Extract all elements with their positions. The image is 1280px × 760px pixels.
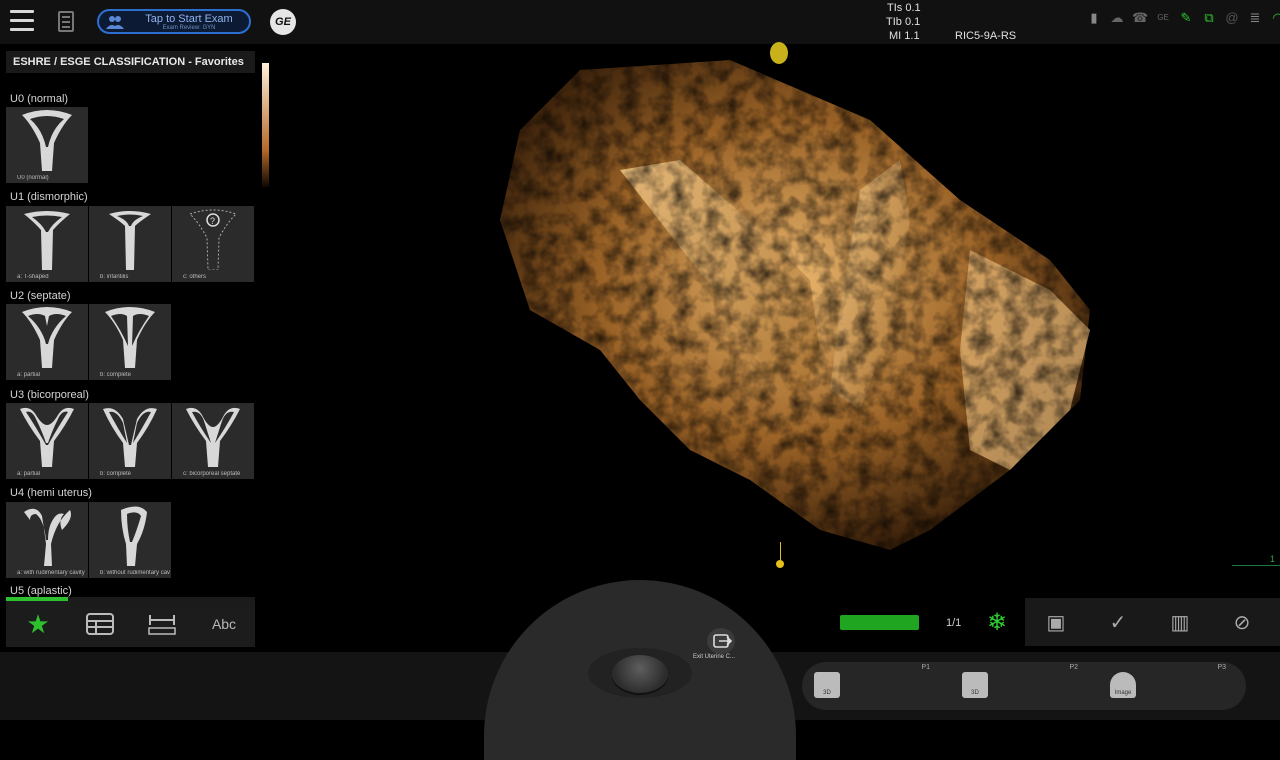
check-icon[interactable]: ✓: [1103, 608, 1133, 638]
uterus-hemi-without-cavity-icon: [121, 506, 147, 566]
list-icon: ≣: [1249, 10, 1261, 25]
exit-icon: [707, 628, 735, 654]
uterus-bicorporeal-partial-icon: [20, 407, 74, 467]
thumb-caption: b: complete: [100, 471, 132, 477]
report-chart-icon[interactable]: ▥: [1165, 608, 1195, 638]
classification-panel: ESHRE / ESGE CLASSIFICATION - Favorites …: [6, 51, 255, 647]
panel-title: ESHRE / ESGE CLASSIFICATION - Favorites: [6, 51, 255, 73]
p1-3d-save-button[interactable]: 3D P1: [802, 662, 950, 710]
group-title-u5: U5 (aplastic): [10, 585, 72, 597]
mi-index: MI 1.1: [889, 30, 920, 42]
thumb-u4a-with-rudimentary-cavity[interactable]: a: with rudimentary cavity: [6, 502, 88, 578]
group-title-u3: U3 (bicorporeal): [10, 389, 89, 401]
tib-index: TIb 0.1: [886, 16, 921, 28]
group-title-u0: U0 (normal): [10, 93, 69, 105]
exam-review-label: Exam Review: GYN: [162, 25, 216, 31]
p2-label: P2: [1069, 664, 1078, 671]
thumb-u0-normal[interactable]: U0 (normal): [6, 107, 88, 183]
uterus-bicorporeal-complete-icon: [103, 408, 157, 467]
wifi-icon: ◠: [1272, 10, 1280, 25]
thumb-caption: b: without rudimentary cavity: [100, 570, 170, 576]
classification-list-tab[interactable]: [70, 601, 130, 647]
image-store-icon[interactable]: ▣: [1041, 608, 1071, 638]
grayscale-map-bar: [262, 63, 269, 187]
favorites-star-icon[interactable]: ★: [8, 601, 68, 647]
panel-tabs: ★ Abc: [6, 601, 255, 647]
p3-image-send-button[interactable]: Image P3: [1098, 662, 1246, 710]
tis-index: TIs 0.1: [887, 2, 921, 14]
uterus-normal-icon: [22, 110, 72, 171]
table-icon: [86, 613, 114, 635]
envelope-image-icon: Image: [1110, 672, 1136, 698]
group-title-u4: U4 (hemi uterus): [10, 487, 92, 499]
thumb-u1c-others[interactable]: ? c: others: [172, 206, 254, 282]
thumb-caption: a: partial: [17, 372, 41, 378]
thumb-u1a-t-shaped[interactable]: a: T-shaped: [6, 206, 88, 282]
thumb-caption: a: partial: [17, 471, 41, 477]
floppy-3d-icon: 3D: [962, 672, 988, 698]
thumb-u2a-partial[interactable]: a: partial: [6, 304, 88, 380]
volume-bottom-marker[interactable]: [776, 560, 784, 568]
p3-label: P3: [1217, 664, 1226, 671]
pen-icon: ✎: [1180, 10, 1192, 25]
menu-icon[interactable]: [10, 10, 34, 32]
share-icon: ⧉: [1204, 10, 1214, 25]
thumb-caption: U0 (normal): [17, 175, 49, 181]
thumb-caption: c: bicorporeal septate: [183, 471, 241, 477]
trackball-icon[interactable]: [612, 655, 668, 693]
uterus-t-shaped-icon: [24, 211, 70, 270]
start-exam-label: Tap to Start Exam: [145, 13, 233, 25]
group-title-u2: U2 (septate): [10, 290, 71, 302]
cine-progress-bar[interactable]: [840, 615, 919, 630]
document-icon[interactable]: [58, 11, 74, 32]
group-title-u1: U1 (dismorphic): [10, 191, 88, 203]
start-exam-button[interactable]: Tap to Start Exam Exam Review: GYN: [97, 9, 251, 34]
thumb-caption: a: T-shaped: [17, 274, 49, 280]
frame-counter: 1/1: [946, 617, 962, 629]
cloud-icon: ☁: [1110, 10, 1124, 25]
disabled-circle-icon[interactable]: ⊘: [1227, 608, 1257, 638]
exit-uterine-classification-button[interactable]: Exit Uterine C...: [693, 626, 745, 666]
freeze-snowflake-icon[interactable]: ❄: [987, 608, 1007, 637]
thumb-u3b-complete[interactable]: b: complete: [89, 403, 171, 479]
thumb-caption: a: with rudimentary cavity: [17, 570, 85, 576]
volume-top-marker[interactable]: [770, 42, 788, 64]
battery-icon: ▮: [1090, 10, 1098, 25]
measure-tab[interactable]: [132, 601, 192, 647]
probe-name: RIC5-9A-RS: [955, 30, 1017, 42]
annotation-text-tab[interactable]: Abc: [194, 601, 254, 647]
status-icons: ▮ ☁ ☎ GE ✎ ⧉ @ ≣ ◠: [1086, 11, 1280, 27]
thumb-u2b-complete[interactable]: b: complete: [89, 304, 171, 380]
thumb-u3c-bicorporeal-septate[interactable]: c: bicorporeal septate: [172, 403, 254, 479]
uterus-3d-volume-render[interactable]: [490, 50, 1100, 555]
ge-logo: GE: [270, 9, 296, 35]
floppy-3d-icon: 3D: [814, 672, 840, 698]
at-icon: @: [1225, 10, 1239, 25]
ruler-icon: [148, 615, 176, 635]
thumb-u1b-infantilis[interactable]: b: infantilis: [89, 206, 171, 282]
right-toolbar: ▣ ✓ ▥ ⊘: [1025, 598, 1280, 646]
uterus-others-icon: ?: [189, 209, 237, 270]
p1-label: P1: [921, 664, 930, 671]
thumb-caption: b: infantilis: [100, 274, 129, 280]
corner-orientation-line: [1232, 565, 1280, 566]
uterus-hemi-with-cavity-icon: [24, 508, 71, 566]
thumb-u3a-partial[interactable]: a: partial: [6, 403, 88, 479]
volume-marker-line: [780, 542, 781, 560]
exit-label: Exit Uterine C...: [693, 654, 736, 660]
svg-text:?: ?: [210, 216, 215, 226]
uterus-septate-partial-icon: [22, 307, 72, 368]
uterus-bicorporeal-septate-icon: [186, 407, 240, 467]
thumb-caption: c: others: [183, 274, 207, 280]
ge-small-icon: GE: [1157, 13, 1169, 22]
thumb-u4b-without-rudimentary-cavity[interactable]: b: without rudimentary cavity: [89, 502, 171, 578]
thumb-caption: b: complete: [100, 372, 132, 378]
phone-icon: ☎: [1132, 10, 1149, 25]
corner-number: 1: [1270, 554, 1276, 564]
uterus-infantilis-icon: [109, 211, 151, 270]
p2-3d-save-button[interactable]: 3D P2: [950, 662, 1098, 710]
uterus-septate-complete-icon: [105, 307, 155, 368]
